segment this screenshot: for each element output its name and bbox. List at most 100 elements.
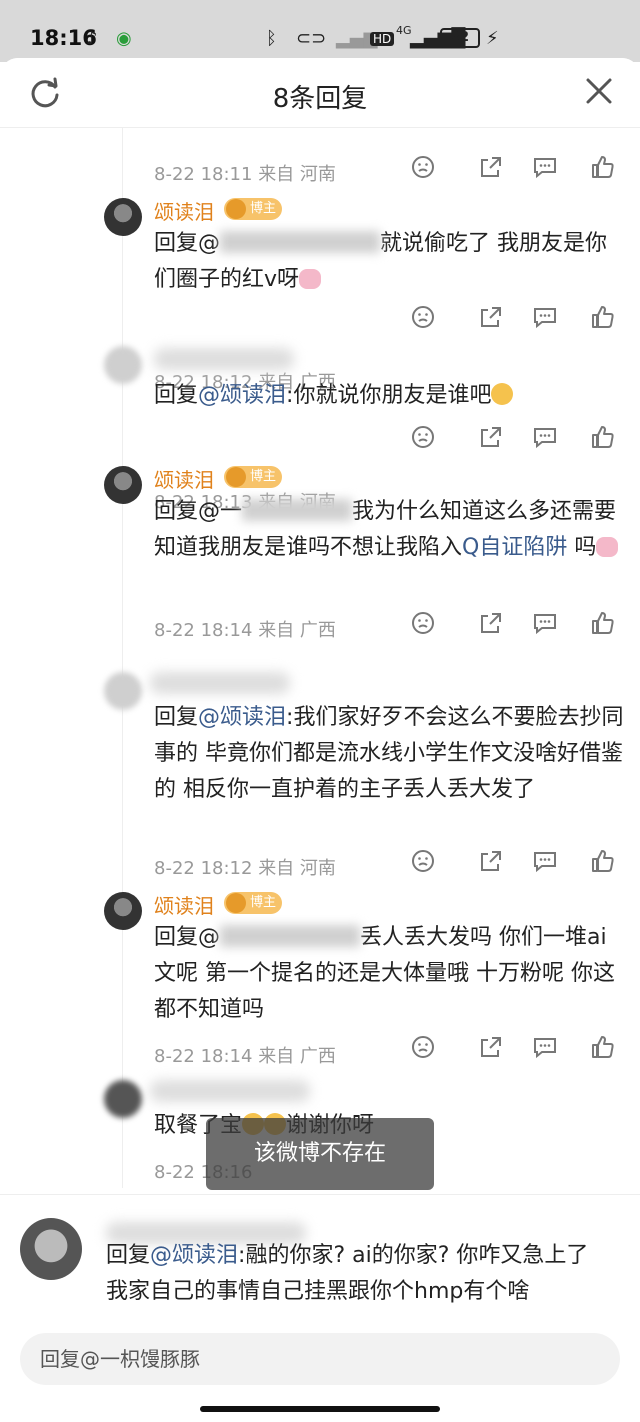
reply-input[interactable]: 回复@一枳馒豚豚 bbox=[20, 1333, 620, 1385]
redacted-mention bbox=[220, 231, 381, 253]
reply-mention[interactable]: @颂读泪 bbox=[150, 1243, 238, 1268]
bluetooth-icon: ᛒ bbox=[266, 28, 277, 49]
commenter-name[interactable]: 颂读泪 bbox=[154, 464, 214, 493]
comment-actions bbox=[408, 304, 618, 334]
redacted-mention bbox=[220, 925, 361, 947]
comment-time: 8-22 18:11 bbox=[154, 164, 253, 185]
reply-text: 回复@一 我为什么知道这么多还需要知道我朋友是谁吗不想让我陷入Q自证陷阱 吗 bbox=[154, 494, 624, 566]
sheet-header: 8条回复 bbox=[0, 58, 640, 128]
avatar[interactable] bbox=[104, 672, 142, 710]
commenter-name[interactable]: 颂读泪 bbox=[154, 196, 214, 225]
rabbit-emoji-icon bbox=[299, 269, 322, 289]
section-divider bbox=[0, 1194, 640, 1195]
share-icon[interactable] bbox=[478, 610, 504, 636]
battery-indicator: 22 bbox=[440, 28, 480, 48]
comment-actions bbox=[408, 154, 618, 184]
comment-time: 8-22 18:14 bbox=[154, 1046, 253, 1067]
comment-meta: 8-22 18:14 来自 广西 bbox=[154, 616, 336, 642]
dislike-icon[interactable] bbox=[410, 304, 436, 330]
reply-suffix: 吗 bbox=[567, 535, 597, 560]
reply-mention[interactable]: @颂读泪 bbox=[198, 383, 286, 408]
dislike-icon[interactable] bbox=[410, 848, 436, 874]
redacted-name bbox=[154, 348, 294, 370]
like-icon[interactable] bbox=[590, 1034, 616, 1060]
comment-icon[interactable] bbox=[532, 424, 558, 450]
sheet-title: 8条回复 bbox=[272, 84, 368, 114]
replies-sheet: 8条回复 笑了 8-22 18:11 来自 河南 颂读泪 博主 回复@就说偷吃了… bbox=[0, 58, 640, 1422]
app-notification-icon: ◉ bbox=[116, 28, 132, 49]
reply-text: 回复@颂读泪:融的你家? ai的你家? 你咋又急上了 我家自己的事情自己挂黑跟你… bbox=[106, 1238, 616, 1310]
avatar[interactable] bbox=[104, 198, 142, 236]
topic-link[interactable]: Q自证陷阱 bbox=[462, 535, 567, 560]
reply-prefix: 回复@ bbox=[154, 231, 221, 256]
badge-label: 博主 bbox=[250, 469, 277, 484]
comment-meta: 8-22 18:14 来自 广西 bbox=[154, 1042, 336, 1068]
reply-prefix: 回复 bbox=[106, 1243, 151, 1268]
status-bar: 18:16 ♪ ◉ ᛒ ⊂⊃ ▂▄▆ HD 4G ▂▄▆█ 22 ⚡ bbox=[0, 0, 640, 62]
reply-text: 回复@颂读泪:我们家好歹不会这么不要脸去抄同事的 毕竟你们都是流水线小学生作文没… bbox=[154, 700, 624, 808]
share-icon[interactable] bbox=[478, 154, 504, 180]
blogger-badge: 博主 bbox=[224, 198, 283, 220]
comment-icon[interactable] bbox=[532, 848, 558, 874]
commenter-name[interactable]: 颂读泪 bbox=[154, 890, 214, 919]
like-icon[interactable] bbox=[590, 610, 616, 636]
comment-location: 来自 河南 bbox=[258, 858, 336, 879]
like-icon[interactable] bbox=[590, 154, 616, 180]
comment-location: 来自 广西 bbox=[258, 1046, 336, 1067]
reply-text: 回复@ 丢人丢大发吗 你们一堆ai文呢 第一个提名的还是大体量哦 十万粉呢 你这都… bbox=[154, 920, 624, 1028]
hd-icon: HD bbox=[370, 32, 395, 46]
like-icon[interactable] bbox=[590, 304, 616, 330]
reply-text: 回复@颂读泪:你就说你朋友是谁吧 bbox=[154, 378, 624, 414]
badge-label: 博主 bbox=[250, 201, 277, 216]
close-icon[interactable] bbox=[584, 76, 614, 106]
toast-message: 该微博不存在 bbox=[206, 1118, 434, 1190]
battery-level: 22 bbox=[450, 30, 470, 45]
crown-icon bbox=[226, 467, 246, 487]
share-icon[interactable] bbox=[478, 304, 504, 330]
reply-text: 回复@ 就说偷吃了 我朋友是你们圈子的红v呀 bbox=[154, 226, 624, 298]
reply-prefix: 回复@一 bbox=[154, 499, 243, 524]
reply-item: 回复@颂读泪:融的你家? ai的你家? 你咋又急上了 我家自己的事情自己挂黑跟你… bbox=[0, 1198, 640, 1328]
rabbit-emoji-icon bbox=[596, 537, 619, 557]
comment-meta: 8-22 18:11 来自 河南 bbox=[154, 160, 336, 186]
share-icon[interactable] bbox=[478, 424, 504, 450]
redacted-mention bbox=[242, 499, 353, 521]
comment-icon[interactable] bbox=[532, 154, 558, 180]
avatar[interactable] bbox=[20, 1218, 82, 1280]
avatar[interactable] bbox=[104, 892, 142, 930]
avatar[interactable] bbox=[104, 466, 142, 504]
comment-location: 来自 广西 bbox=[258, 620, 336, 641]
dislike-icon[interactable] bbox=[410, 424, 436, 450]
avatar[interactable] bbox=[104, 1080, 142, 1118]
badge-label: 博主 bbox=[250, 895, 277, 910]
dislike-icon[interactable] bbox=[410, 610, 436, 636]
dislike-icon[interactable] bbox=[410, 154, 436, 180]
reply-body: :你就说你朋友是谁吧 bbox=[286, 383, 492, 408]
like-icon[interactable] bbox=[590, 424, 616, 450]
tiktok-icon: ♪ bbox=[86, 28, 98, 49]
reply-prefix: 回复@ bbox=[154, 925, 221, 950]
home-indicator[interactable] bbox=[200, 1406, 440, 1412]
laugh-emoji-icon bbox=[491, 383, 514, 405]
nfc-icon: ⊂⊃ bbox=[296, 28, 327, 49]
reply-prefix: 回复 bbox=[154, 383, 199, 408]
comment-time: 8-22 18:12 bbox=[154, 858, 253, 879]
charging-icon: ⚡ bbox=[486, 28, 499, 49]
comment-meta: 8-22 18:12 来自 河南 bbox=[154, 854, 336, 880]
comment-icon[interactable] bbox=[532, 304, 558, 330]
share-icon[interactable] bbox=[478, 848, 504, 874]
dislike-icon[interactable] bbox=[410, 1034, 436, 1060]
like-icon[interactable] bbox=[590, 848, 616, 874]
comment-icon[interactable] bbox=[532, 1034, 558, 1060]
thread-line bbox=[122, 128, 123, 1188]
share-icon[interactable] bbox=[478, 1034, 504, 1060]
crown-icon bbox=[226, 893, 246, 913]
redacted-name bbox=[150, 672, 290, 694]
avatar[interactable] bbox=[104, 346, 142, 384]
reply-mention[interactable]: @颂读泪 bbox=[198, 705, 286, 730]
crown-icon bbox=[226, 199, 246, 219]
blogger-badge: 博主 bbox=[224, 466, 283, 488]
comment-icon[interactable] bbox=[532, 610, 558, 636]
comment-actions bbox=[408, 848, 618, 878]
redacted-name bbox=[150, 1080, 310, 1102]
